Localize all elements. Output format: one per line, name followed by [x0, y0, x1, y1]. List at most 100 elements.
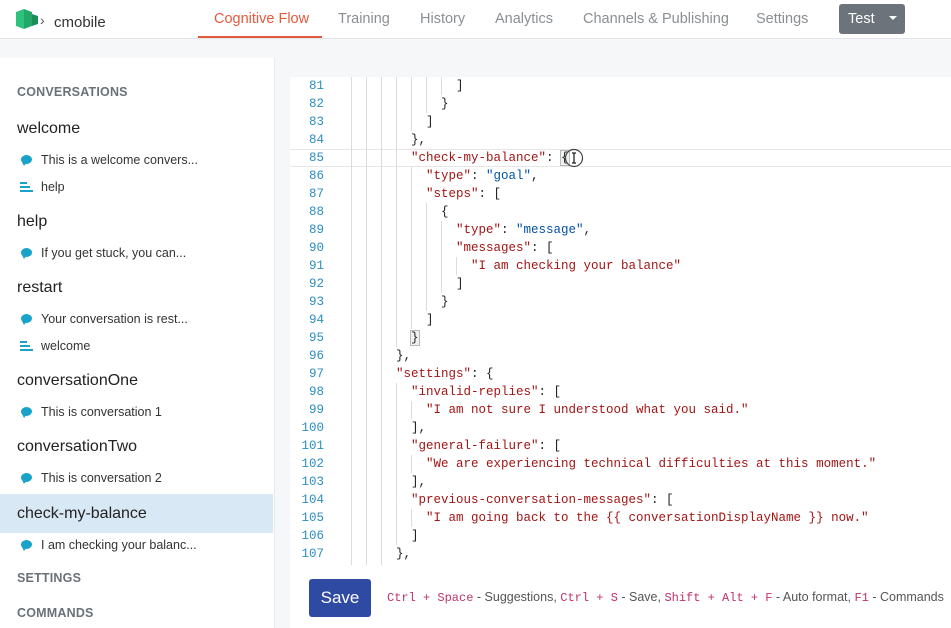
- commands-heading[interactable]: COMMANDS: [17, 606, 94, 620]
- json-code-editor[interactable]: 81] 82} 83] 84}, 85 "check-my-balance": { 86 "t…: [290, 77, 951, 565]
- conversation-item-help[interactable]: help: [17, 213, 47, 231]
- code-line[interactable]: 85 "check-my-balance": {: [290, 149, 951, 167]
- indent-guide: [396, 419, 397, 437]
- code-line[interactable]: 83]: [290, 113, 951, 131]
- code-line[interactable]: 94]: [290, 311, 951, 329]
- code-line[interactable]: 91 "I am checking your balance": [290, 257, 951, 275]
- indent-guide: [411, 95, 412, 113]
- indent-guide: [441, 257, 442, 275]
- indent-guide: [381, 509, 382, 527]
- code-line[interactable]: 95}: [290, 329, 951, 347]
- code-line[interactable]: 107},: [290, 545, 951, 563]
- code-text: "settings": {: [396, 367, 494, 381]
- conversation-child-label: This is conversation 1: [41, 405, 162, 419]
- settings-heading[interactable]: SETTINGS: [17, 571, 81, 585]
- indent-guide: [366, 311, 367, 329]
- indent-guide: [351, 203, 352, 221]
- code-line[interactable]: 93}: [290, 293, 951, 311]
- indent-guide: [366, 545, 367, 563]
- code-text: "steps": [: [426, 187, 502, 201]
- code-line[interactable]: 103],: [290, 473, 951, 491]
- code-line[interactable]: 90 "messages": [: [290, 239, 951, 257]
- indent-guide: [351, 149, 352, 167]
- code-line[interactable]: 84},: [290, 131, 951, 149]
- nav-tab-history[interactable]: History: [420, 11, 465, 27]
- code-line[interactable]: 96},: [290, 347, 951, 365]
- shortcut-description: - Commands: [868, 590, 944, 604]
- code-line[interactable]: 99 "I am not sure I understood what you s…: [290, 401, 951, 419]
- indent-guide: [426, 77, 427, 95]
- line-number: 93: [308, 295, 324, 309]
- indent-guide: [351, 185, 352, 203]
- code-line[interactable]: 81]: [290, 77, 951, 95]
- app-logo-icon[interactable]: [14, 8, 40, 30]
- nav-tab-channels-publishing[interactable]: Channels & Publishing: [583, 11, 729, 27]
- breadcrumb-chevron-icon: ›: [40, 12, 45, 28]
- indent-guide: [396, 257, 397, 275]
- line-number: 107: [301, 547, 324, 561]
- line-number: 97: [308, 367, 324, 381]
- code-line[interactable]: 98 "invalid-replies": [: [290, 383, 951, 401]
- indent-guide: [366, 239, 367, 257]
- app-name[interactable]: cmobile: [54, 14, 106, 31]
- indent-guide: [366, 455, 367, 473]
- indent-guide: [426, 95, 427, 113]
- indent-guide: [396, 113, 397, 131]
- dropdown-caret-icon[interactable]: [889, 16, 897, 20]
- save-button[interactable]: Save: [309, 579, 371, 617]
- code-text: "I am not sure I understood what you sai…: [426, 403, 749, 417]
- code-text: ]: [426, 115, 434, 129]
- indent-guide: [381, 545, 382, 563]
- nav-tab-training[interactable]: Training: [338, 11, 390, 27]
- line-number: 86: [308, 169, 324, 183]
- line-number: 96: [308, 349, 324, 363]
- indent-guide: [396, 95, 397, 113]
- indent-guide: [366, 509, 367, 527]
- code-text: },: [411, 133, 427, 147]
- test-button-label: Test: [848, 11, 875, 27]
- indent-guide: [366, 293, 367, 311]
- nav-tab-settings[interactable]: Settings: [756, 11, 808, 27]
- indent-guide: [396, 311, 397, 329]
- code-line[interactable]: 101 "general-failure": [: [290, 437, 951, 455]
- text-cursor-icon: [564, 148, 584, 168]
- code-line[interactable]: 92]: [290, 275, 951, 293]
- test-button[interactable]: Test: [839, 4, 905, 34]
- conversation-item-welcome[interactable]: welcome: [17, 120, 80, 138]
- code-line[interactable]: 82}: [290, 95, 951, 113]
- code-line[interactable]: 104 "previous-conversation-messages": [: [290, 491, 951, 509]
- indent-guide: [396, 275, 397, 293]
- conversation-item-conversation-one[interactable]: conversationOne: [17, 372, 138, 390]
- code-line[interactable]: 97 "settings": {: [290, 365, 951, 383]
- code-text: "type": "goal",: [426, 169, 539, 183]
- code-line[interactable]: 86 "type": "goal",: [290, 167, 951, 185]
- indent-guide: [396, 491, 397, 509]
- code-line[interactable]: 105 "I am going back to the {{ conversati…: [290, 509, 951, 527]
- code-line[interactable]: 102 "We are experiencing technical diffic…: [290, 455, 951, 473]
- indent-guide: [351, 419, 352, 437]
- indent-guide: [381, 203, 382, 221]
- line-number: 101: [301, 439, 324, 453]
- nav-tab-cognitive-flow[interactable]: Cognitive Flow: [214, 11, 309, 27]
- code-line[interactable]: 87 "steps": [: [290, 185, 951, 203]
- code-text: ]: [456, 79, 464, 93]
- code-line[interactable]: 106]: [290, 527, 951, 545]
- conversation-item-check-my-balance[interactable]: check-my-balance: [17, 505, 147, 523]
- indent-guide: [381, 383, 382, 401]
- indent-guide: [426, 293, 427, 311]
- code-text: }: [441, 97, 449, 111]
- conversation-item-conversation-two[interactable]: conversationTwo: [17, 438, 137, 456]
- indent-guide: [366, 527, 367, 545]
- conversation-item-restart[interactable]: restart: [17, 279, 62, 297]
- nav-tab-analytics[interactable]: Analytics: [495, 11, 553, 27]
- indent-guide: [411, 311, 412, 329]
- line-number: 91: [308, 259, 324, 273]
- indent-guide: [426, 203, 427, 221]
- code-line[interactable]: 89 "type": "message",: [290, 221, 951, 239]
- code-line[interactable]: 100],: [290, 419, 951, 437]
- indent-guide: [396, 185, 397, 203]
- code-line[interactable]: 88 {: [290, 203, 951, 221]
- conversation-child-label: Your conversation is rest...: [41, 312, 188, 326]
- indent-guide: [411, 401, 412, 419]
- code-text: ],: [411, 421, 427, 435]
